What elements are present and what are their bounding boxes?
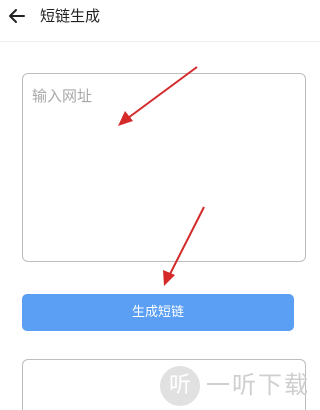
arrow-left-icon	[9, 9, 25, 23]
url-input[interactable]	[23, 74, 305, 261]
watermark: 听 一听下载	[160, 362, 320, 410]
short-link-screen: 短链生成 生成短链 听 一听下载	[0, 0, 320, 410]
app-header: 短链生成	[0, 0, 320, 36]
watermark-text: 一听下载	[206, 371, 310, 399]
url-input-box[interactable]	[22, 73, 306, 262]
watermark-logo: 听	[160, 366, 200, 406]
header-divider	[0, 41, 320, 42]
page-title: 短链生成	[40, 7, 101, 25]
generate-short-link-button[interactable]: 生成短链	[22, 294, 294, 331]
back-button[interactable]	[6, 5, 28, 27]
